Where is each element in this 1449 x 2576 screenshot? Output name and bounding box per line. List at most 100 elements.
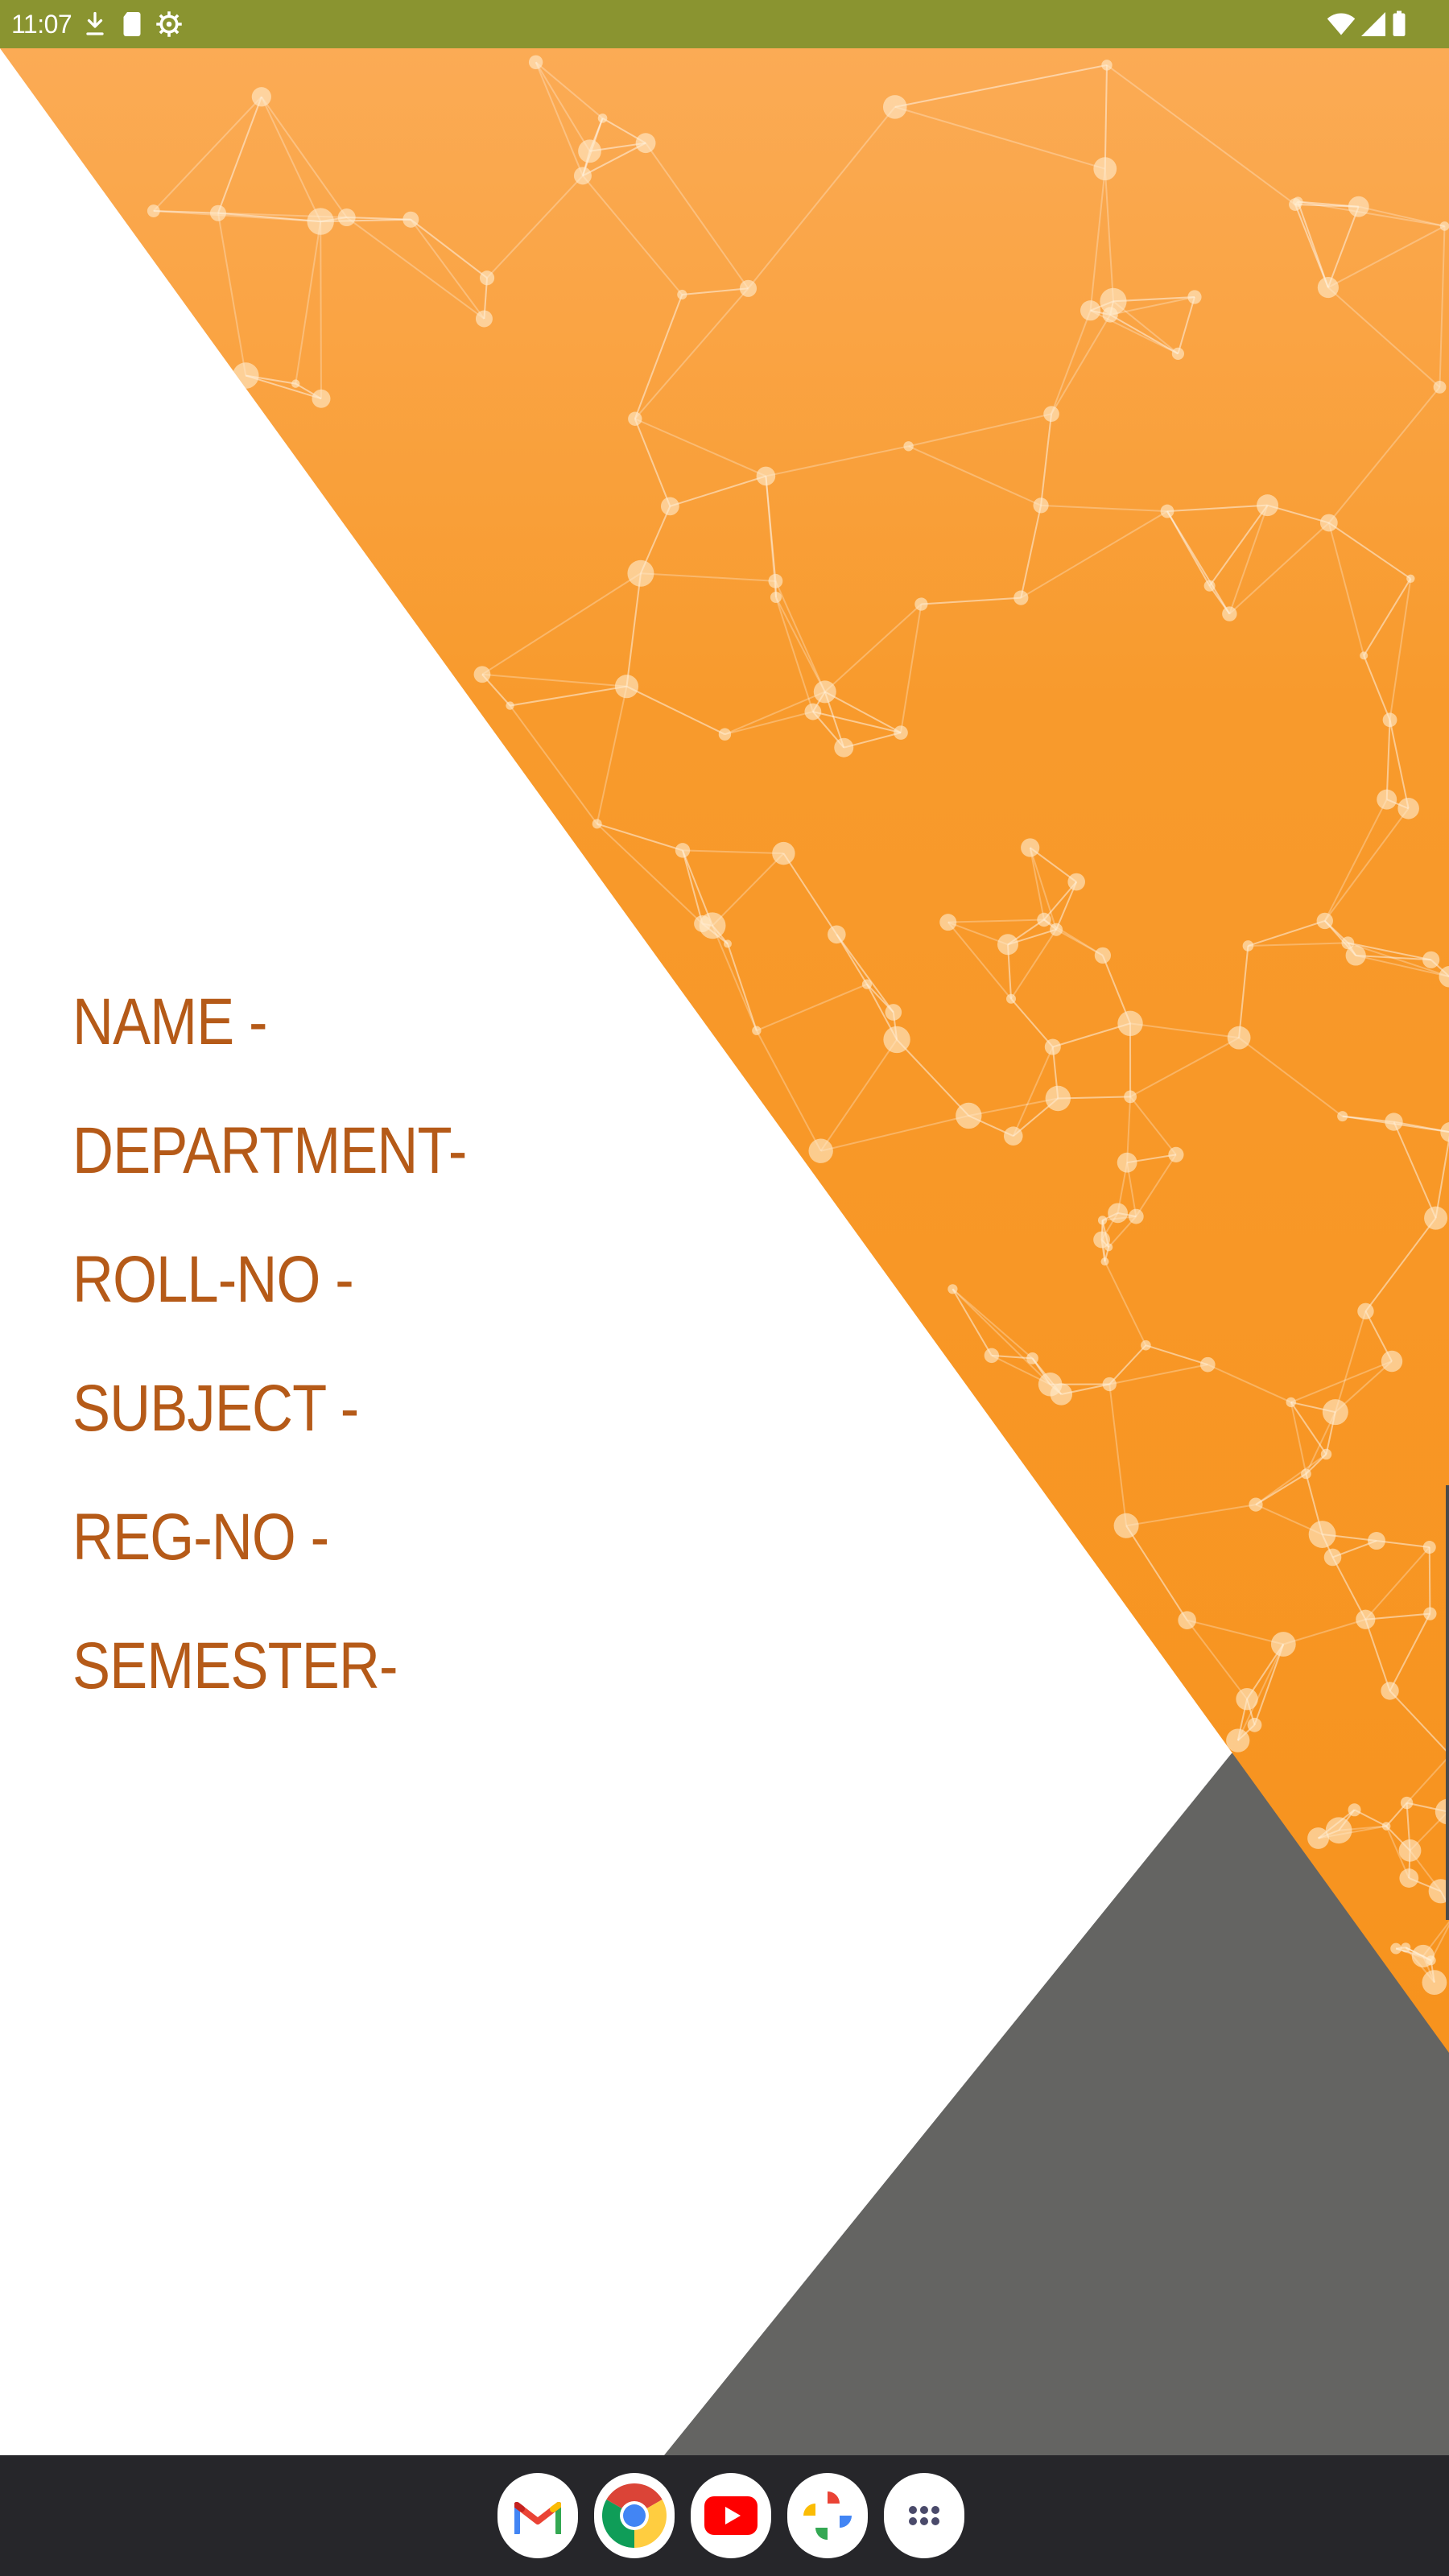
network-node: [1160, 504, 1174, 518]
battery-icon: [1393, 10, 1406, 36]
network-node: [718, 728, 732, 741]
network-node: [1319, 514, 1338, 532]
network-node: [1323, 1548, 1342, 1567]
all-apps-button[interactable]: [884, 2473, 964, 2558]
sd-card-icon: [123, 12, 141, 36]
network-node: [1357, 1302, 1374, 1320]
network-node: [1067, 873, 1085, 891]
network-node: [1293, 196, 1303, 207]
network-node: [1308, 1521, 1336, 1548]
network-node: [861, 979, 873, 989]
network-node: [1227, 1026, 1251, 1050]
network-node: [1397, 797, 1419, 819]
network-node: [813, 680, 836, 704]
network-node: [1316, 912, 1333, 930]
network-node: [1367, 1532, 1385, 1550]
network-node: [1325, 1817, 1352, 1844]
network-node: [1093, 1231, 1110, 1249]
student-info-fields: NAME - DEPARTMENT- ROLL-NO - SUBJECT - R…: [72, 958, 530, 1731]
network-node: [1398, 1839, 1422, 1862]
network-node: [1322, 1399, 1348, 1426]
network-node: [1348, 196, 1369, 217]
network-node: [1013, 590, 1029, 605]
network-node: [1043, 406, 1059, 423]
network-node: [699, 912, 726, 939]
network-node: [1037, 912, 1051, 927]
network-node: [739, 279, 758, 297]
network-node: [1249, 1497, 1263, 1512]
network-node: [1381, 1682, 1399, 1700]
network-node: [1286, 1397, 1296, 1408]
network-node: [1320, 1448, 1332, 1460]
network-node: [1187, 290, 1202, 304]
network-line: [320, 221, 322, 399]
youtube-app[interactable]: [691, 2473, 771, 2558]
network-node: [882, 95, 907, 119]
network-node: [1100, 1257, 1109, 1266]
document-page: NAME - DEPARTMENT- ROLL-NO - SUBJECT - R…: [0, 48, 1449, 2455]
network-node: [578, 139, 601, 163]
status-bar: 11:07: [0, 0, 1449, 48]
chrome-app[interactable]: [594, 2473, 675, 2558]
network-node: [894, 725, 908, 740]
network-node: [1307, 1827, 1329, 1849]
network-node: [479, 270, 495, 286]
network-node: [291, 379, 300, 388]
network-node: [209, 204, 226, 221]
network-node: [1097, 1216, 1108, 1225]
network-node: [939, 914, 957, 931]
network-node: [770, 592, 782, 604]
network-node: [402, 211, 419, 228]
field-department: DEPARTMENT-: [72, 1114, 467, 1187]
gmail-app[interactable]: [497, 2473, 578, 2558]
network-node: [1108, 1203, 1128, 1224]
photos-app[interactable]: [787, 2473, 868, 2558]
network-node: [337, 208, 356, 227]
network-node: [1317, 276, 1339, 299]
network-node: [1426, 1955, 1436, 1966]
network-node: [251, 87, 271, 107]
network-node: [1385, 1113, 1403, 1131]
network-node: [1423, 1607, 1437, 1620]
network-node: [903, 441, 914, 452]
network-node: [1117, 1010, 1143, 1037]
network-node: [312, 389, 331, 408]
network-node: [1337, 1111, 1348, 1122]
network-node: [614, 675, 639, 699]
network-node: [1222, 606, 1237, 621]
network-node: [947, 1284, 958, 1294]
network-node: [1171, 347, 1185, 360]
network-node: [528, 55, 543, 70]
network-node: [1399, 1868, 1419, 1888]
network-node: [1026, 1352, 1038, 1364]
network-node: [1101, 60, 1113, 71]
network-node: [883, 1026, 910, 1054]
network-node: [1360, 651, 1368, 660]
network-node: [1199, 1356, 1216, 1373]
network-node: [1406, 574, 1415, 583]
field-semester: SEMESTER-: [72, 1629, 398, 1703]
network-node: [147, 204, 160, 217]
network-node: [1377, 789, 1397, 810]
youtube-icon: [704, 2496, 758, 2535]
network-node: [1341, 936, 1355, 950]
network-node: [1381, 1350, 1403, 1373]
network-node: [1050, 923, 1063, 936]
taskbar: [0, 2455, 1449, 2576]
network-node: [1021, 838, 1040, 857]
network-node: [1424, 1206, 1448, 1230]
network-node: [475, 310, 493, 328]
network-node: [1422, 1541, 1436, 1554]
network-node: [1113, 1513, 1139, 1538]
app-grid-icon: [909, 2506, 939, 2525]
gear-icon: [156, 11, 182, 37]
network-node: [1102, 307, 1118, 323]
network-node: [752, 1026, 762, 1035]
network-node: [1080, 300, 1101, 321]
network-node: [808, 1138, 833, 1163]
network-node: [628, 411, 642, 426]
network-node: [1226, 1728, 1250, 1752]
network-node: [885, 1004, 902, 1021]
network-node: [1301, 1468, 1311, 1480]
network-node: [1242, 940, 1254, 952]
